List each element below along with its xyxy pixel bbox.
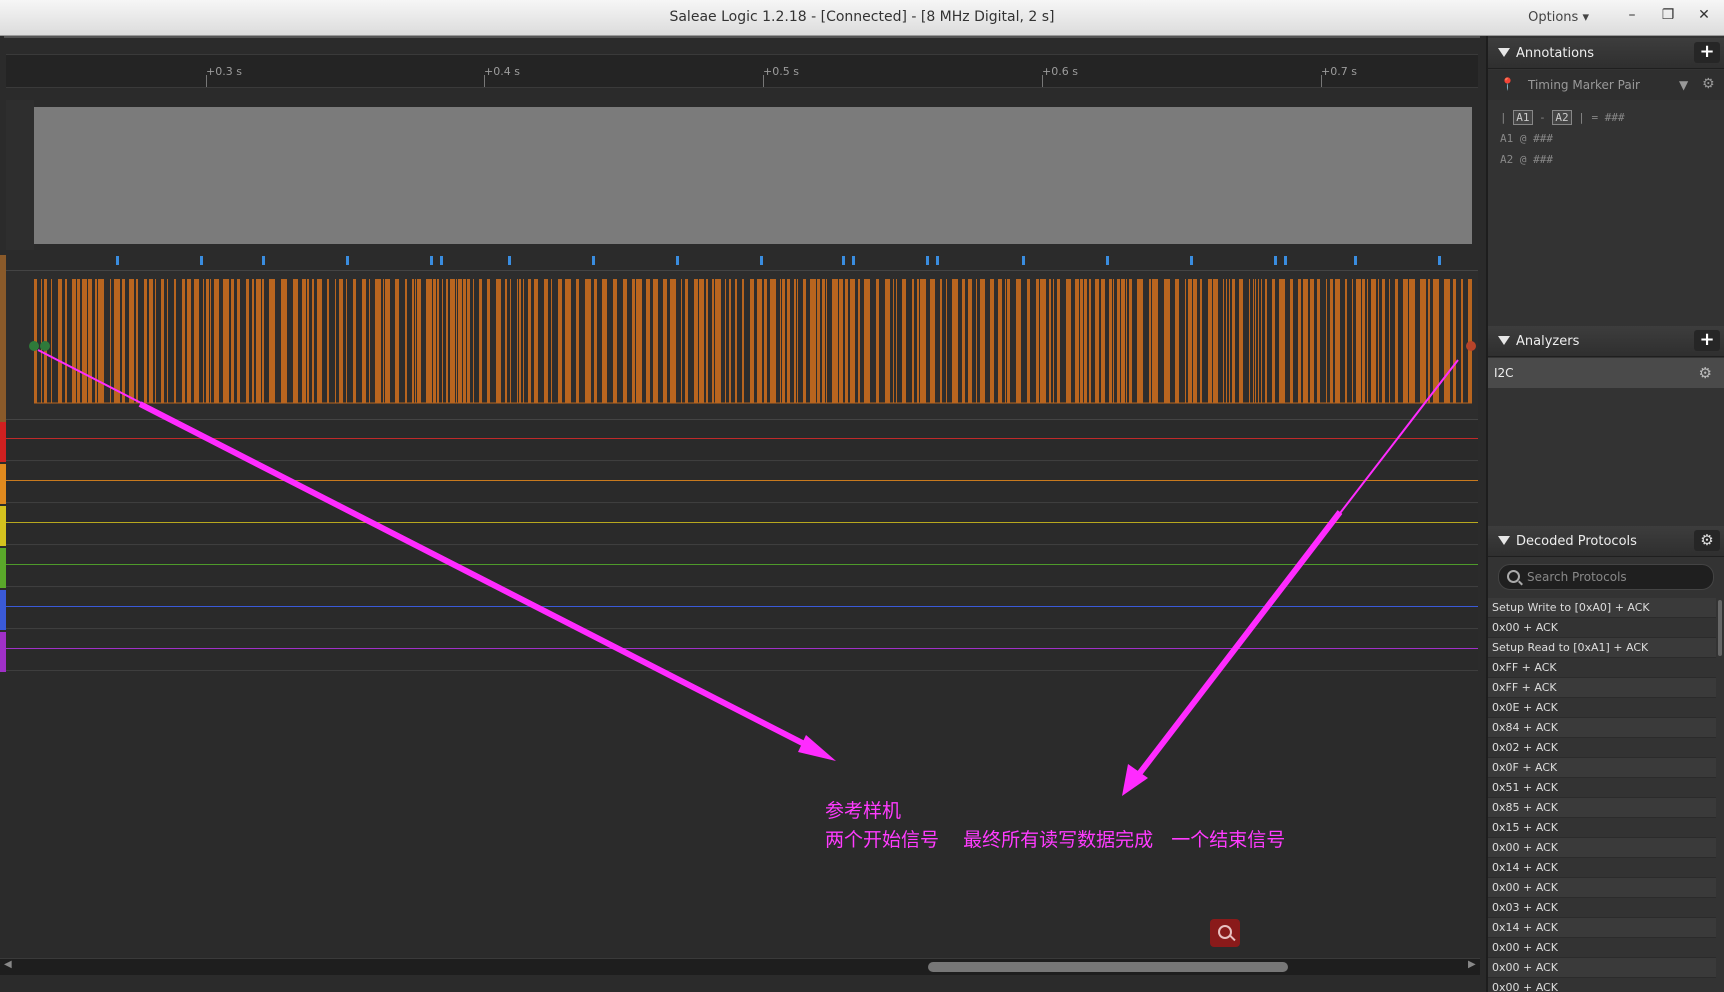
collapse-triangle-icon[interactable] — [1498, 336, 1510, 345]
search-protocols-field[interactable] — [1498, 564, 1714, 590]
annotation-text: 参考样机 两个开始信号 最终所有读写数据完成 一个结束信号 — [825, 800, 1286, 851]
annotations-title: Annotations — [1516, 46, 1595, 61]
arrow-left-head — [798, 735, 836, 761]
a1-row: A1 @ ### — [1500, 132, 1553, 145]
maximize-button[interactable]: ❐ — [1654, 4, 1682, 26]
scrollbar-thumb[interactable] — [928, 962, 1288, 972]
search-input[interactable] — [1525, 567, 1709, 587]
protocol-row[interactable]: 0x51 + ACK — [1488, 778, 1716, 798]
add-analyzer-button[interactable]: + — [1694, 330, 1720, 351]
protocol-row[interactable]: 0x00 + ACK — [1488, 878, 1716, 898]
protocol-row[interactable]: 0xFF + ACK — [1488, 658, 1716, 678]
horizontal-scrollbar[interactable]: ◀ ▶ — [0, 958, 1480, 975]
decoded-protocols-header[interactable]: Decoded Protocols ⚙ — [1488, 526, 1724, 557]
gear-icon[interactable]: ⚙ — [1702, 76, 1715, 92]
timing-marker-pair-row[interactable]: 📍 Timing Marker Pair ▼ ⚙ — [1488, 70, 1724, 100]
zoom-button[interactable] — [1210, 919, 1240, 947]
stop-marker — [1466, 341, 1476, 351]
a1-label: A1 — [1500, 132, 1514, 145]
arrow-left-shaft — [138, 401, 822, 755]
a2-box: A2 — [1552, 110, 1572, 125]
protocol-row[interactable]: 0x02 + ACK — [1488, 738, 1716, 758]
protocol-row[interactable]: 0x03 + ACK — [1488, 898, 1716, 918]
protocol-row[interactable]: 0xFF + ACK — [1488, 678, 1716, 698]
formula-result: ### — [1604, 111, 1625, 124]
magnifier-icon-handle — [1229, 934, 1236, 942]
search-icon — [1507, 570, 1520, 583]
protocol-row[interactable]: 0x00 + ACK — [1488, 958, 1716, 978]
protocol-row[interactable]: 0x84 + ACK — [1488, 718, 1716, 738]
analyzer-label: I2C — [1494, 366, 1514, 380]
right-sidebar: Annotations + 📍 Timing Marker Pair ▼ ⚙ |… — [1486, 36, 1724, 992]
protocol-row[interactable]: Setup Write to [0xA0] + ACK — [1488, 598, 1716, 618]
arrow-right-shaft — [1133, 510, 1343, 780]
collapse-triangle-icon[interactable] — [1498, 536, 1510, 545]
a2-row: A2 @ ### — [1500, 153, 1553, 166]
dropdown-arrow-icon[interactable]: ▼ — [1679, 78, 1688, 92]
protocol-row[interactable]: 0x0E + ACK — [1488, 698, 1716, 718]
annotations-header[interactable]: Annotations + — [1488, 38, 1724, 69]
timing-marker-label: Timing Marker Pair — [1528, 78, 1640, 92]
protocol-row[interactable]: 0x14 + ACK — [1488, 858, 1716, 878]
protocol-row[interactable]: 0x00 + ACK — [1488, 938, 1716, 958]
protocol-row[interactable]: 0x00 + ACK — [1488, 978, 1716, 992]
protocol-row[interactable]: 0x15 + ACK — [1488, 818, 1716, 838]
marker-formula: | A1 - A2 | = ### — [1500, 110, 1625, 125]
protocols-scrollbar[interactable] — [1718, 600, 1722, 656]
scroll-left-arrow[interactable]: ◀ — [4, 959, 12, 970]
close-button[interactable]: ✕ — [1690, 4, 1718, 26]
add-annotation-button[interactable]: + — [1694, 42, 1720, 63]
a1-box: A1 — [1513, 110, 1533, 125]
scroll-right-arrow[interactable]: ▶ — [1468, 959, 1476, 970]
collapse-triangle-icon[interactable] — [1498, 48, 1510, 57]
protocol-row[interactable]: 0x14 + ACK — [1488, 918, 1716, 938]
a2-value: ### — [1533, 153, 1553, 166]
at-symbol: @ — [1519, 132, 1527, 145]
a2-label: A2 — [1500, 153, 1514, 166]
analyzers-title: Analyzers — [1516, 334, 1580, 349]
options-menu[interactable]: Options — [1528, 10, 1589, 25]
protocol-row[interactable]: 0x00 + ACK — [1488, 838, 1716, 858]
a1-value: ### — [1533, 132, 1553, 145]
decoded-protocols-title: Decoded Protocols — [1516, 534, 1637, 549]
gear-icon[interactable]: ⚙ — [1699, 364, 1712, 382]
decoded-protocols-list[interactable]: Setup Write to [0xA0] + ACK 0x00 + ACK Set… — [1488, 598, 1716, 992]
protocol-row[interactable]: 0x0F + ACK — [1488, 758, 1716, 778]
at-symbol: @ — [1519, 153, 1527, 166]
start-marker — [40, 341, 50, 351]
protocol-row[interactable]: 0x00 + ACK — [1488, 618, 1716, 638]
protocol-row[interactable]: 0x85 + ACK — [1488, 798, 1716, 818]
protocol-row[interactable]: Setup Read to [0xA1] + ACK — [1488, 638, 1716, 658]
gear-icon[interactable]: ⚙ — [1694, 530, 1720, 551]
pin-icon: 📍 — [1500, 77, 1515, 91]
minimize-button[interactable]: – — [1618, 4, 1646, 26]
start-marker — [29, 341, 39, 351]
analyzer-item-i2c[interactable]: I2C ⚙ — [1488, 358, 1724, 388]
analyzers-header[interactable]: Analyzers + — [1488, 326, 1724, 357]
